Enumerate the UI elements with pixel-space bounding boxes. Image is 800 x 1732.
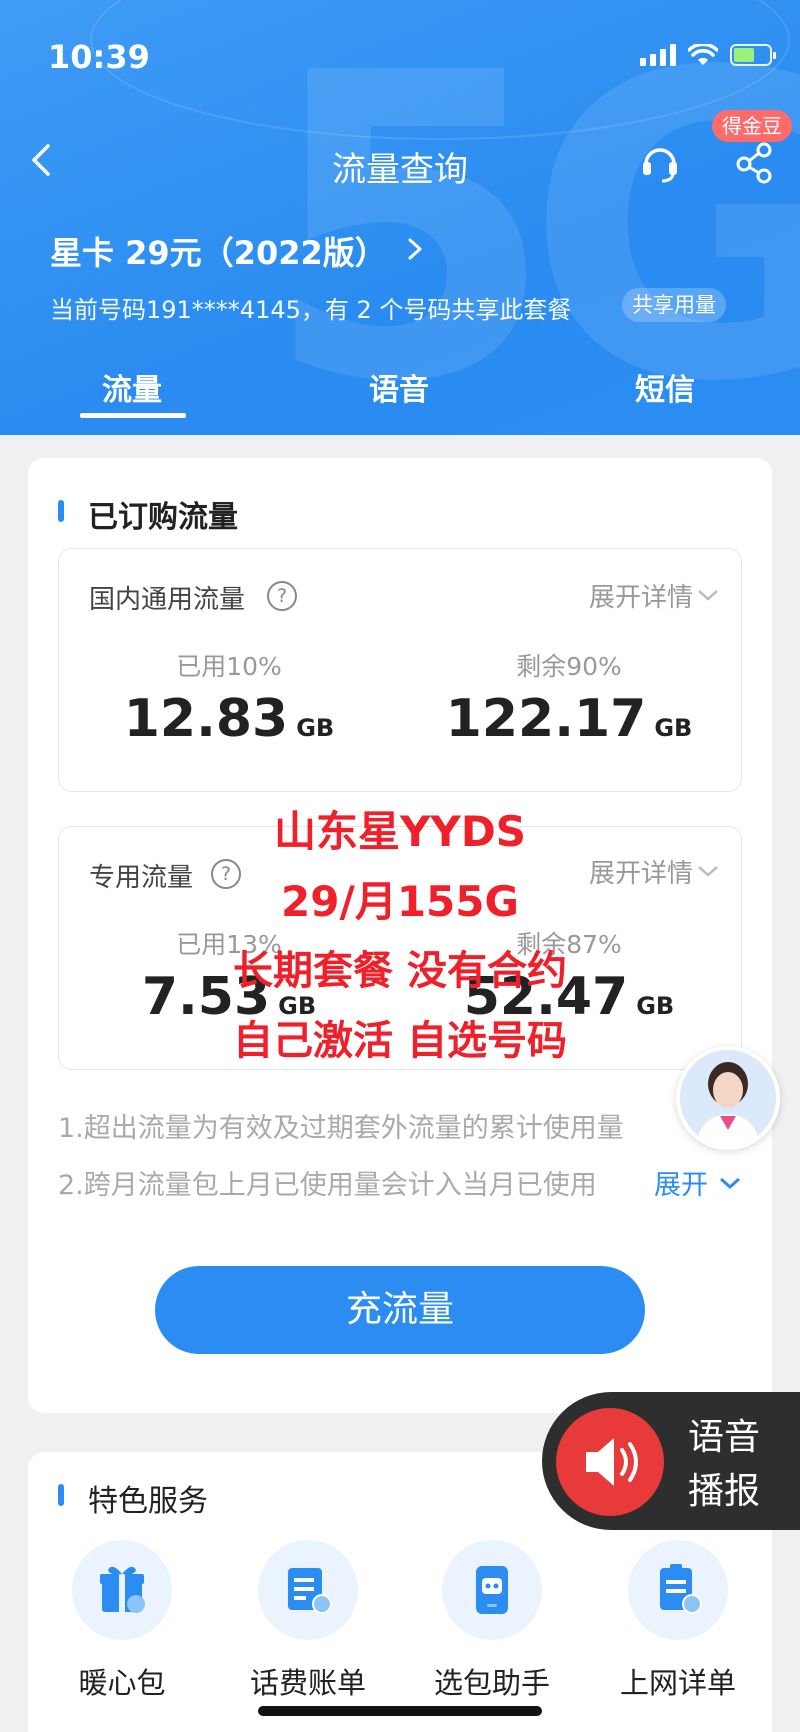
- note-line: 2.跨月流量包上月已使用量会计入当月已使用: [58, 1170, 597, 1201]
- service-label: 暖心包: [78, 1666, 166, 1700]
- gold-bean-badge[interactable]: 得金豆: [712, 110, 792, 142]
- assistant-portrait-icon: [680, 1050, 776, 1146]
- domestic-data-box: 国内通用流量 ? 展开详情 已用10% 12.83 GB 剩余90% 122.17…: [58, 548, 742, 792]
- remaining-amount: 122.17 GB: [445, 689, 693, 749]
- chevron-down-icon[interactable]: [695, 585, 721, 605]
- tab-sms[interactable]: 短信: [585, 365, 745, 409]
- bill-search-icon: [288, 1568, 332, 1614]
- status-icons: [640, 44, 776, 66]
- signal-icon: [640, 44, 676, 66]
- robot-phone-icon: [476, 1566, 508, 1614]
- home-indicator: [258, 1706, 542, 1716]
- wifi-icon: [688, 44, 718, 65]
- expand-details-link[interactable]: 展开详情: [589, 577, 693, 614]
- gift-icon: [100, 1566, 145, 1613]
- chevron-down-icon[interactable]: [718, 1174, 742, 1192]
- battery-icon: [730, 44, 776, 66]
- overlay-text-line: 山东星YYDS: [274, 807, 526, 856]
- service-item-data-detail[interactable]: 上网详单: [608, 1540, 748, 1702]
- service-item-warm-package[interactable]: 暖心包: [52, 1540, 192, 1702]
- used-percent-label: 已用10%: [176, 652, 282, 681]
- service-item-package-assistant[interactable]: 选包助手: [422, 1540, 562, 1702]
- assistant-avatar[interactable]: [676, 1046, 780, 1150]
- tab-voice[interactable]: 语音: [319, 365, 479, 409]
- speaker-icon: [586, 1438, 638, 1486]
- remaining-percent-label: 剩余90%: [516, 652, 622, 681]
- section-marker: [58, 1484, 64, 1506]
- voice-broadcast-button[interactable]: [556, 1408, 664, 1516]
- service-item-bill[interactable]: 话费账单: [238, 1540, 378, 1702]
- tab-bar: 流量 语音 短信: [0, 365, 800, 415]
- header: 5G 10:39 流量查询 得金豆 星卡 29元（2022版） 当前号码191*…: [0, 0, 800, 435]
- service-label: 上网详单: [619, 1666, 736, 1700]
- service-label: 选包助手: [433, 1666, 550, 1700]
- recharge-data-button[interactable]: 充流量: [155, 1266, 645, 1354]
- plan-name[interactable]: 星卡 29元（2022版）: [50, 228, 387, 274]
- voice-broadcast-label: 播报: [688, 1471, 761, 1512]
- overlay-text-line: 29/月155G: [281, 877, 519, 926]
- section-title-subscribed: 已订购流量: [88, 500, 238, 535]
- help-icon[interactable]: ?: [267, 581, 297, 611]
- headset-icon[interactable]: [638, 140, 682, 184]
- tab-indicator: [80, 413, 186, 418]
- overlay-text-line: 长期套餐 没有合约: [233, 948, 567, 994]
- share-icon[interactable]: [734, 140, 774, 184]
- plan-subtitle: 当前号码191****4145，有 2 个号码共享此套餐: [50, 296, 572, 324]
- chevron-right-icon[interactable]: [404, 232, 426, 266]
- voice-broadcast-label: 语音: [688, 1417, 761, 1458]
- service-label: 话费账单: [249, 1666, 366, 1700]
- section-marker: [58, 500, 64, 522]
- domestic-label: 国内通用流量: [89, 585, 246, 615]
- note-line: 1.超出流量为有效及过期套外流量的累计使用量: [58, 1113, 624, 1144]
- status-time: 10:39: [48, 38, 150, 76]
- overlay-text-line: 自己激活 自选号码: [233, 1018, 567, 1064]
- used-amount: 12.83 GB: [123, 689, 335, 749]
- shared-usage-chip[interactable]: 共享用量: [622, 288, 726, 322]
- section-title-services: 特色服务: [88, 1484, 208, 1519]
- expand-notes-link[interactable]: 展开: [650, 1163, 708, 1202]
- tab-data[interactable]: 流量: [52, 365, 212, 409]
- data-detail-icon: [660, 1564, 702, 1614]
- voice-broadcast-panel[interactable]: 语音 播报: [542, 1392, 800, 1530]
